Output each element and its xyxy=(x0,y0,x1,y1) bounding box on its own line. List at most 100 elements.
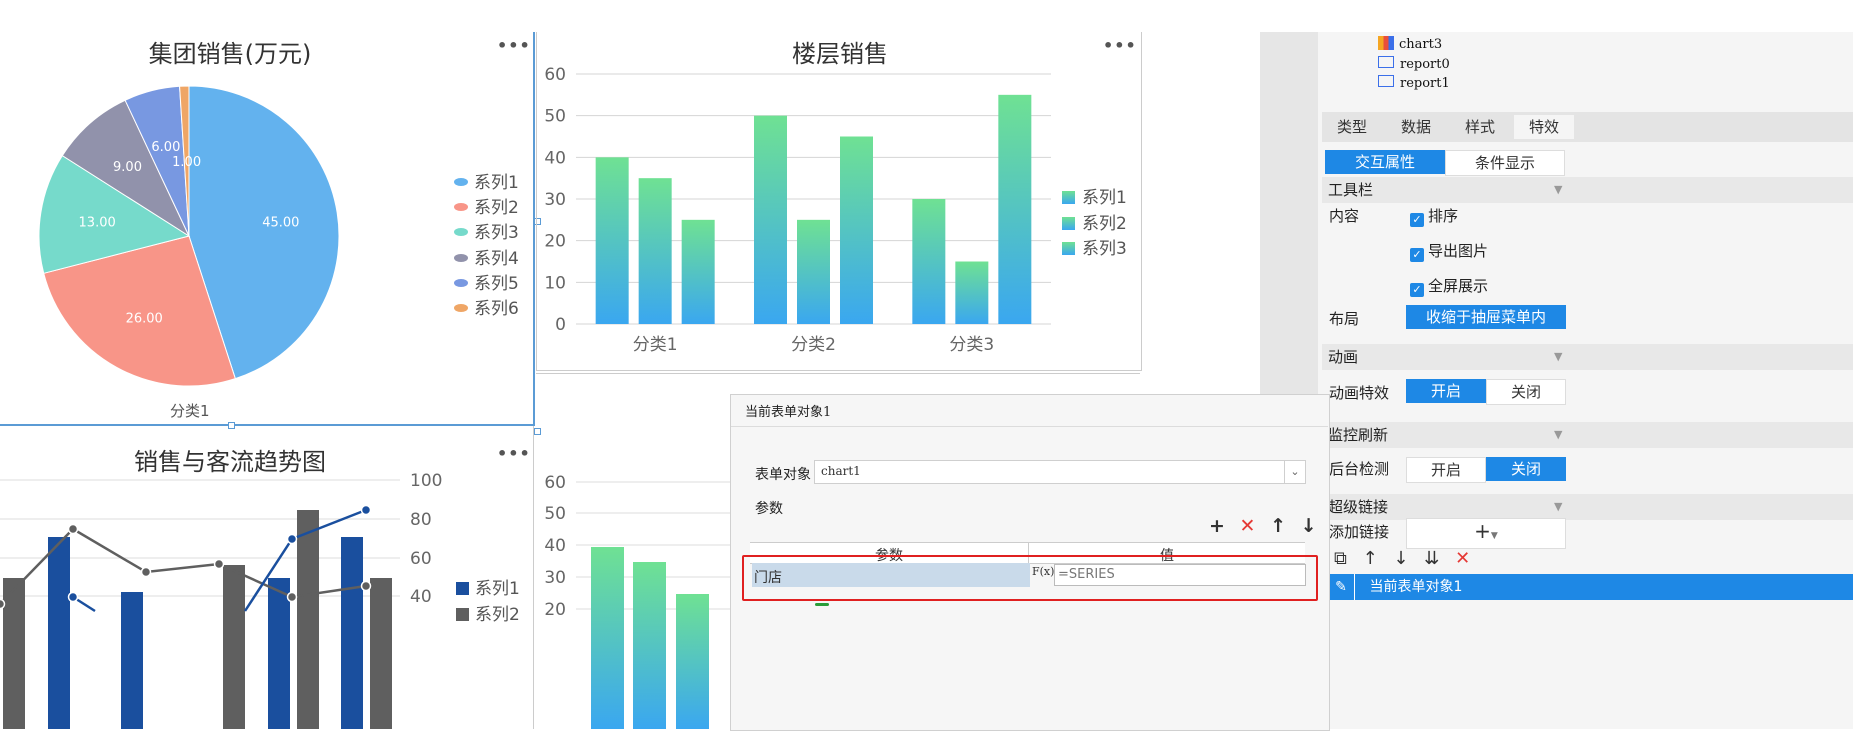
x-tick-label: 分类1 xyxy=(633,335,678,355)
chevron-down-icon[interactable]: ⌄ xyxy=(1284,461,1305,483)
y-tick-label: 50 xyxy=(544,504,566,524)
animation-effect-label: 动画特效 xyxy=(1329,384,1390,402)
bar[interactable] xyxy=(955,261,989,325)
bar[interactable] xyxy=(341,537,363,729)
combo-chart: 100 80 60 40 xyxy=(0,471,442,729)
data-point[interactable] xyxy=(213,558,225,570)
bar[interactable] xyxy=(797,219,830,324)
add-icon[interactable]: + xyxy=(1209,515,1225,537)
tree-item-report1[interactable]: report1 xyxy=(1378,75,1450,91)
bar[interactable] xyxy=(370,578,392,729)
bar[interactable] xyxy=(912,199,946,324)
y-tick-label: 10 xyxy=(544,273,566,293)
y-tick-label: 20 xyxy=(544,600,566,620)
layout-select[interactable]: 收缩于抽屉菜单内 xyxy=(1406,305,1566,329)
legend-item[interactable]: 系列3 xyxy=(1062,234,1127,259)
checkmark-icon: ✓ xyxy=(1410,213,1424,227)
move-bottom-icon[interactable]: ⇊ xyxy=(1424,548,1439,569)
tab-effects[interactable]: 特效 xyxy=(1514,115,1574,139)
checkbox-fullscreen[interactable]: ✓ 全屏展示 xyxy=(1410,275,1488,297)
tree-item-chart3[interactable]: chart3 xyxy=(1378,36,1442,52)
checkbox-sort[interactable]: ✓ 排序 xyxy=(1410,205,1458,227)
legend-item: 系列2 xyxy=(456,600,520,625)
legend-item[interactable]: 系列2 xyxy=(1062,209,1127,234)
animation-off-button[interactable]: 关闭 xyxy=(1486,379,1566,405)
y-tick-label: 30 xyxy=(544,568,566,588)
bar[interactable] xyxy=(633,562,666,729)
decorative-mark xyxy=(815,603,829,606)
params-label: 参数 xyxy=(755,501,783,517)
bar[interactable] xyxy=(840,136,873,325)
copy-icon[interactable]: ⧉ xyxy=(1334,548,1347,569)
divider-line xyxy=(536,373,1140,374)
arrow-down-icon[interactable]: ↓ xyxy=(1393,548,1408,569)
layout-label: 布局 xyxy=(1329,310,1360,328)
section-animation[interactable]: 动画 ▼ xyxy=(1322,344,1853,370)
y-tick-label: 30 xyxy=(544,190,566,210)
animation-on-button[interactable]: 开启 xyxy=(1406,379,1486,403)
bar[interactable] xyxy=(591,547,624,729)
arrow-up-icon[interactable]: ↑ xyxy=(1363,548,1378,569)
delete-icon[interactable]: ✕ xyxy=(1455,548,1470,569)
chevron-down-icon: ▼ xyxy=(1490,531,1498,541)
bar[interactable] xyxy=(121,592,143,729)
chevron-down-icon[interactable]: ▼ xyxy=(1554,344,1849,370)
add-link-button[interactable]: +▼ xyxy=(1406,518,1566,549)
section-monitor[interactable]: 监控刷新 ▼ xyxy=(1322,422,1853,448)
chevron-down-icon[interactable]: ▼ xyxy=(1554,177,1849,203)
tab-style[interactable]: 样式 xyxy=(1450,115,1510,139)
bar[interactable] xyxy=(754,115,787,325)
tab-data[interactable]: 数据 xyxy=(1386,115,1446,139)
data-point[interactable] xyxy=(286,533,298,545)
form-object-select[interactable]: chart1 ⌄ xyxy=(814,460,1306,484)
delete-icon[interactable]: ✕ xyxy=(1240,515,1256,537)
bar[interactable] xyxy=(638,178,672,324)
add-link-label: 添加链接 xyxy=(1329,523,1390,541)
bar[interactable] xyxy=(998,94,1032,324)
content-label: 内容 xyxy=(1329,207,1360,225)
y-tick-label: 40 xyxy=(544,148,566,168)
link-list-item[interactable]: ✎ 当前表单对象1 xyxy=(1328,574,1853,600)
highlight-box xyxy=(742,555,1318,601)
background-check-label: 后台检测 xyxy=(1329,460,1390,478)
data-point[interactable] xyxy=(360,504,372,516)
bar[interactable] xyxy=(297,510,319,729)
data-point[interactable] xyxy=(360,580,372,592)
arrow-up-icon[interactable]: ↑ xyxy=(1270,515,1286,537)
data-point[interactable] xyxy=(67,591,79,603)
bar[interactable] xyxy=(681,219,715,324)
chevron-down-icon[interactable]: ▼ xyxy=(1554,494,1849,520)
tab-type[interactable]: 类型 xyxy=(1322,115,1382,139)
data-point[interactable] xyxy=(0,598,6,610)
checkmark-icon: ✓ xyxy=(1410,248,1424,262)
params-toolbar: + ✕ ↑ ↓ xyxy=(1209,515,1317,537)
y-tick-label: 0 xyxy=(555,315,566,335)
subtab-condition[interactable]: 条件显示 xyxy=(1445,150,1565,176)
y-tick-label: 50 xyxy=(544,107,566,127)
arrow-down-icon[interactable]: ↓ xyxy=(1301,515,1317,537)
chevron-down-icon[interactable]: ▼ xyxy=(1554,422,1849,448)
legend-item[interactable]: 系列1 xyxy=(1062,183,1127,208)
subtab-interaction[interactable]: 交互属性 xyxy=(1325,150,1445,174)
bar[interactable] xyxy=(595,157,629,324)
section-toolbar[interactable]: 工具栏 ▼ xyxy=(1322,177,1853,203)
monitor-on-button[interactable]: 开启 xyxy=(1406,457,1486,483)
dialog-title: 当前表单对象1 xyxy=(745,405,832,420)
bar[interactable] xyxy=(268,578,290,729)
y-tick-label: 60 xyxy=(544,65,566,85)
link-toolbar: ⧉ ↑ ↓ ⇊ ✕ xyxy=(1334,548,1470,569)
bar[interactable] xyxy=(676,594,709,729)
data-point[interactable] xyxy=(286,591,298,603)
bar[interactable] xyxy=(48,537,70,729)
tree-item-report0[interactable]: report0 xyxy=(1378,56,1450,72)
pie-selection-frame xyxy=(0,32,535,426)
x-tick-label: 分类2 xyxy=(791,335,836,355)
data-point[interactable] xyxy=(67,523,79,535)
checkbox-export-image[interactable]: ✓ 导出图片 xyxy=(1410,240,1488,262)
data-point[interactable] xyxy=(140,566,152,578)
legend-item: 系列1 xyxy=(456,574,520,599)
bar[interactable] xyxy=(223,565,245,729)
section-hyperlink[interactable]: 超级链接 ▼ xyxy=(1322,494,1853,520)
monitor-off-button[interactable]: 关闭 xyxy=(1486,457,1566,481)
bar[interactable] xyxy=(3,578,25,729)
